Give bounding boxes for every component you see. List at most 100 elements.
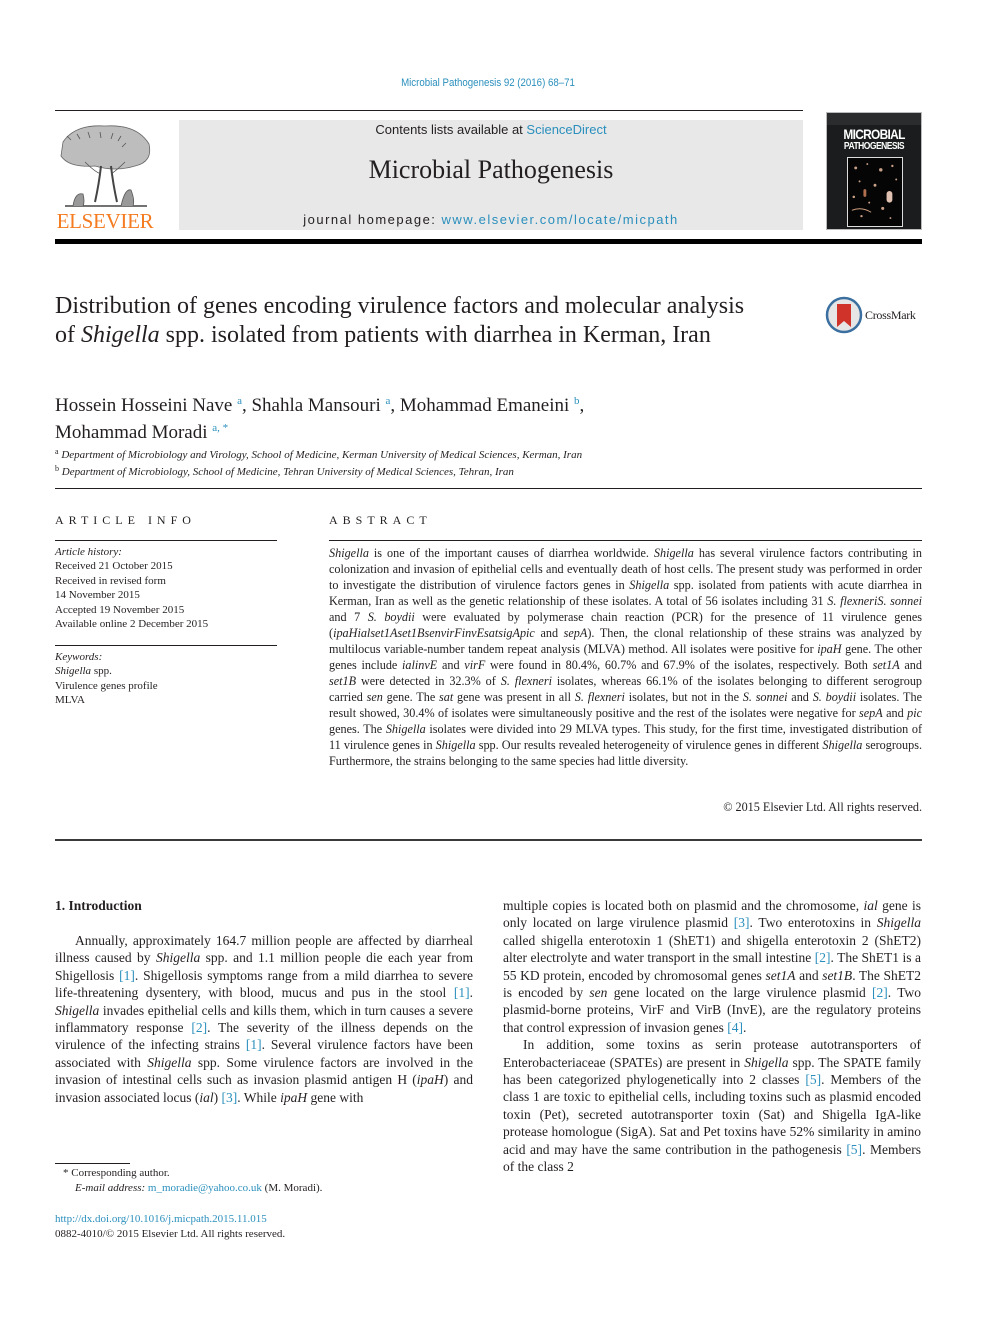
citation-link[interactable]: [1] [246, 1037, 262, 1052]
citation-link[interactable]: [5] [805, 1072, 821, 1087]
italic-term: Shigella [55, 1002, 100, 1018]
author-name[interactable]: Mohammad Emaneini [400, 395, 569, 416]
homepage-prefix: journal homepage: [303, 212, 442, 227]
keyword-rest: spp. [91, 665, 112, 678]
italic-term: Shigella [744, 1054, 789, 1070]
italic-term: set1B [329, 674, 357, 688]
italic-term: sepA [859, 706, 883, 720]
text-run: multiple copies is located both on plasm… [503, 898, 864, 913]
italic-term: pic [907, 706, 922, 720]
cover-top-band [827, 113, 921, 125]
citation-link[interactable]: [2] [872, 985, 888, 1000]
italic-term: S. flexneri [574, 690, 625, 704]
header-thick-divider [55, 239, 922, 244]
history-item: Available online 2 December 2015 [55, 618, 209, 631]
divider [55, 488, 922, 489]
italic-term: ipaH [817, 642, 842, 656]
cover-title-line1: MICROBIAL [843, 126, 905, 142]
italic-term: set1B [397, 626, 425, 640]
abstract-body: Shigella is one of the important causes … [329, 545, 922, 769]
italic-term: Shigella [435, 738, 476, 752]
text-run: gene located on the large virulence plas… [607, 985, 873, 1001]
author-name[interactable]: Mohammad Moradi [55, 422, 208, 443]
italic-term: set1B [822, 967, 853, 983]
italic-term: ial [199, 1089, 214, 1105]
citation-link[interactable]: [1] [454, 985, 470, 1000]
affiliation-marker: a [55, 447, 59, 456]
journal-title: Microbial Pathogenesis [368, 155, 614, 184]
text-run: isolates, but not in the [624, 690, 743, 704]
text-run: and [534, 626, 564, 640]
history-label: Article history: [55, 546, 122, 558]
author-name[interactable]: Shahla Mansouri [251, 395, 380, 416]
article-history: Article history: Received 21 October 201… [55, 545, 277, 631]
italic-term: Shigella [629, 578, 670, 592]
journal-cover[interactable]: MICROBIAL PATHOGENESIS [826, 112, 922, 230]
italic-term: Shigella [155, 950, 201, 966]
affiliations: a Department of Microbiology and Virolog… [55, 445, 815, 479]
italic-term: S. flexneri [827, 594, 878, 608]
sciencedirect-link[interactable]: ScienceDirect [526, 122, 606, 137]
history-item: Received in revised form [55, 574, 166, 587]
email-line: E-mail address: m_moradie@yahoo.co.uk (M… [55, 1181, 475, 1196]
author-affiliation-link[interactable]: a, * [212, 422, 228, 434]
text-run: spp. Our results revealed heterogeneity … [475, 738, 823, 752]
cover-title-line2: PATHOGENESIS [843, 141, 905, 152]
citation-link[interactable]: [5] [846, 1142, 862, 1157]
text-run: and [899, 658, 922, 672]
title-genus: Shigella [81, 322, 160, 348]
italic-term: Shigella [822, 738, 863, 752]
contents-available-line: Contents lists available at ScienceDirec… [179, 120, 803, 137]
text-run: and [882, 706, 908, 720]
citation-link[interactable]: [2] [191, 1020, 207, 1035]
paragraph: Shigella is one of the important causes … [329, 545, 922, 769]
text-run: were found in 80.4%, 60.7% and 67.9% of … [485, 658, 873, 672]
text-run: . [742, 1019, 747, 1035]
author-separator: , [390, 395, 400, 416]
footnote-divider [55, 1163, 130, 1164]
italic-term: sen [366, 690, 383, 704]
citation-link[interactable]: [2] [815, 950, 831, 965]
italic-term: set1A [370, 626, 398, 640]
italic-term: sat [439, 690, 454, 704]
italic-term: Shigella [653, 546, 694, 560]
italic-term: set1A [765, 967, 796, 983]
italic-term: Shigella [385, 722, 426, 736]
italic-term: sen [424, 626, 441, 640]
italic-term: S. boydii [812, 690, 857, 704]
divider [55, 645, 277, 646]
citation-link[interactable]: [4] [727, 1020, 743, 1035]
email-link[interactable]: m_moradie@yahoo.co.uk [148, 1182, 262, 1194]
italic-term: sigA [498, 626, 520, 640]
text-run: is one of the important causes of diarrh… [368, 546, 654, 560]
citation-link[interactable]: [3] [734, 915, 750, 930]
author-name[interactable]: Hossein Hosseini Nave [55, 395, 232, 416]
divider [55, 839, 922, 841]
journal-citation-link[interactable]: Microbial Pathogenesis 92 (2016) 68–71 [59, 77, 918, 89]
author-separator: , [579, 395, 585, 416]
crossmark-badge[interactable]: CrossMark [825, 296, 925, 336]
author-list: Hossein Hosseini Nave a, Shahla Mansouri… [55, 390, 815, 444]
text-run: gene with [307, 1089, 364, 1105]
citation-link[interactable]: [3] [221, 1090, 237, 1105]
history-item: Received 21 October 2015 [55, 560, 173, 573]
text-run: and 7 [329, 610, 368, 624]
top-divider [55, 110, 803, 111]
italic-term: ipaH [333, 626, 358, 640]
journal-homepage-link[interactable]: www.elsevier.com/locate/micpath [442, 212, 679, 227]
elsevier-logo[interactable]: ELSEVIER [53, 118, 157, 234]
history-item: 14 November 2015 [55, 589, 140, 602]
crossmark-label: CrossMark [865, 308, 916, 322]
affiliation-text: Department of Microbiology, School of Me… [61, 466, 514, 478]
text-run: were detected in 32.3% of [356, 674, 501, 688]
citation-link[interactable]: [1] [119, 968, 135, 983]
keyword-item[interactable]: MLVA [55, 693, 277, 707]
doi-block: http://dx.doi.org/10.1016/j.micpath.2015… [55, 1212, 475, 1242]
affiliation-item: a Department of Microbiology and Virolog… [55, 445, 815, 462]
title-part2: spp. isolated from patients with diarrhe… [159, 322, 711, 348]
keyword-item[interactable]: Shigella spp. [55, 664, 277, 678]
italic-term: set1A [872, 658, 900, 672]
journal-homepage-line: journal homepage: www.elsevier.com/locat… [179, 212, 803, 227]
doi-link[interactable]: http://dx.doi.org/10.1016/j.micpath.2015… [55, 1213, 267, 1225]
keyword-item[interactable]: Virulence genes profile [55, 679, 277, 693]
